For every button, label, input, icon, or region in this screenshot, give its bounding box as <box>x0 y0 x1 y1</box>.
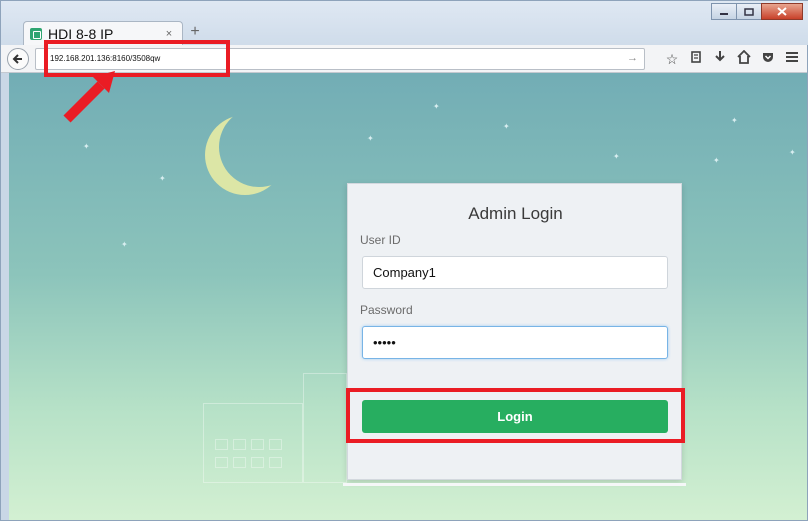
moon-decoration <box>219 107 299 187</box>
page-content: ✦ ✦ ✦ ✦ ✦ ✦ ✦ ✦ ✦ ✦ Admin Login User ID … <box>9 73 807 520</box>
site-favicon-icon <box>30 27 42 40</box>
star-decoration: ✦ <box>159 174 166 183</box>
maximize-button[interactable] <box>736 3 762 20</box>
star-decoration: ✦ <box>367 134 374 143</box>
house-windows-decoration <box>215 457 287 468</box>
pocket-icon[interactable] <box>757 50 779 68</box>
password-input[interactable] <box>362 326 668 359</box>
card-base-line <box>343 483 686 486</box>
star-decoration: ✦ <box>713 156 720 165</box>
toolbar-icons: ☆ <box>661 49 805 68</box>
close-icon <box>777 7 787 16</box>
window-controls <box>711 3 803 20</box>
reading-list-icon[interactable] <box>685 50 707 68</box>
user-id-input[interactable] <box>362 256 668 289</box>
tab-close-icon[interactable]: × <box>162 28 176 40</box>
browser-window: HDI 8-8 IP × + 192.168.201.136:8160/3508… <box>0 0 808 521</box>
minimize-icon <box>720 12 728 15</box>
home-icon[interactable] <box>733 49 755 68</box>
tab-strip: HDI 8-8 IP × + <box>1 1 808 45</box>
star-decoration: ✦ <box>121 240 128 249</box>
download-icon[interactable] <box>709 50 731 68</box>
star-decoration: ✦ <box>731 116 738 125</box>
menu-icon[interactable] <box>781 50 803 68</box>
red-arrow-icon <box>63 71 115 123</box>
star-decoration: ✦ <box>789 148 796 157</box>
house-windows-decoration <box>215 439 287 450</box>
star-icon[interactable]: ☆ <box>661 50 683 68</box>
minimize-button[interactable] <box>711 3 737 20</box>
star-decoration: ✦ <box>83 142 90 151</box>
login-title: Admin Login <box>468 204 563 223</box>
back-arrow-icon <box>12 54 22 64</box>
star-decoration: ✦ <box>503 122 510 131</box>
password-label: Password <box>360 303 413 317</box>
go-icon[interactable]: → <box>627 52 638 64</box>
back-button[interactable] <box>7 48 29 70</box>
user-id-label: User ID <box>360 233 401 247</box>
login-highlight-box <box>346 388 685 443</box>
star-decoration: ✦ <box>433 102 440 111</box>
close-window-button[interactable] <box>761 3 803 20</box>
new-tab-button[interactable]: + <box>187 23 203 41</box>
star-decoration: ✦ <box>613 152 620 161</box>
tower-outline-decoration <box>303 373 347 483</box>
maximize-icon <box>744 7 754 16</box>
